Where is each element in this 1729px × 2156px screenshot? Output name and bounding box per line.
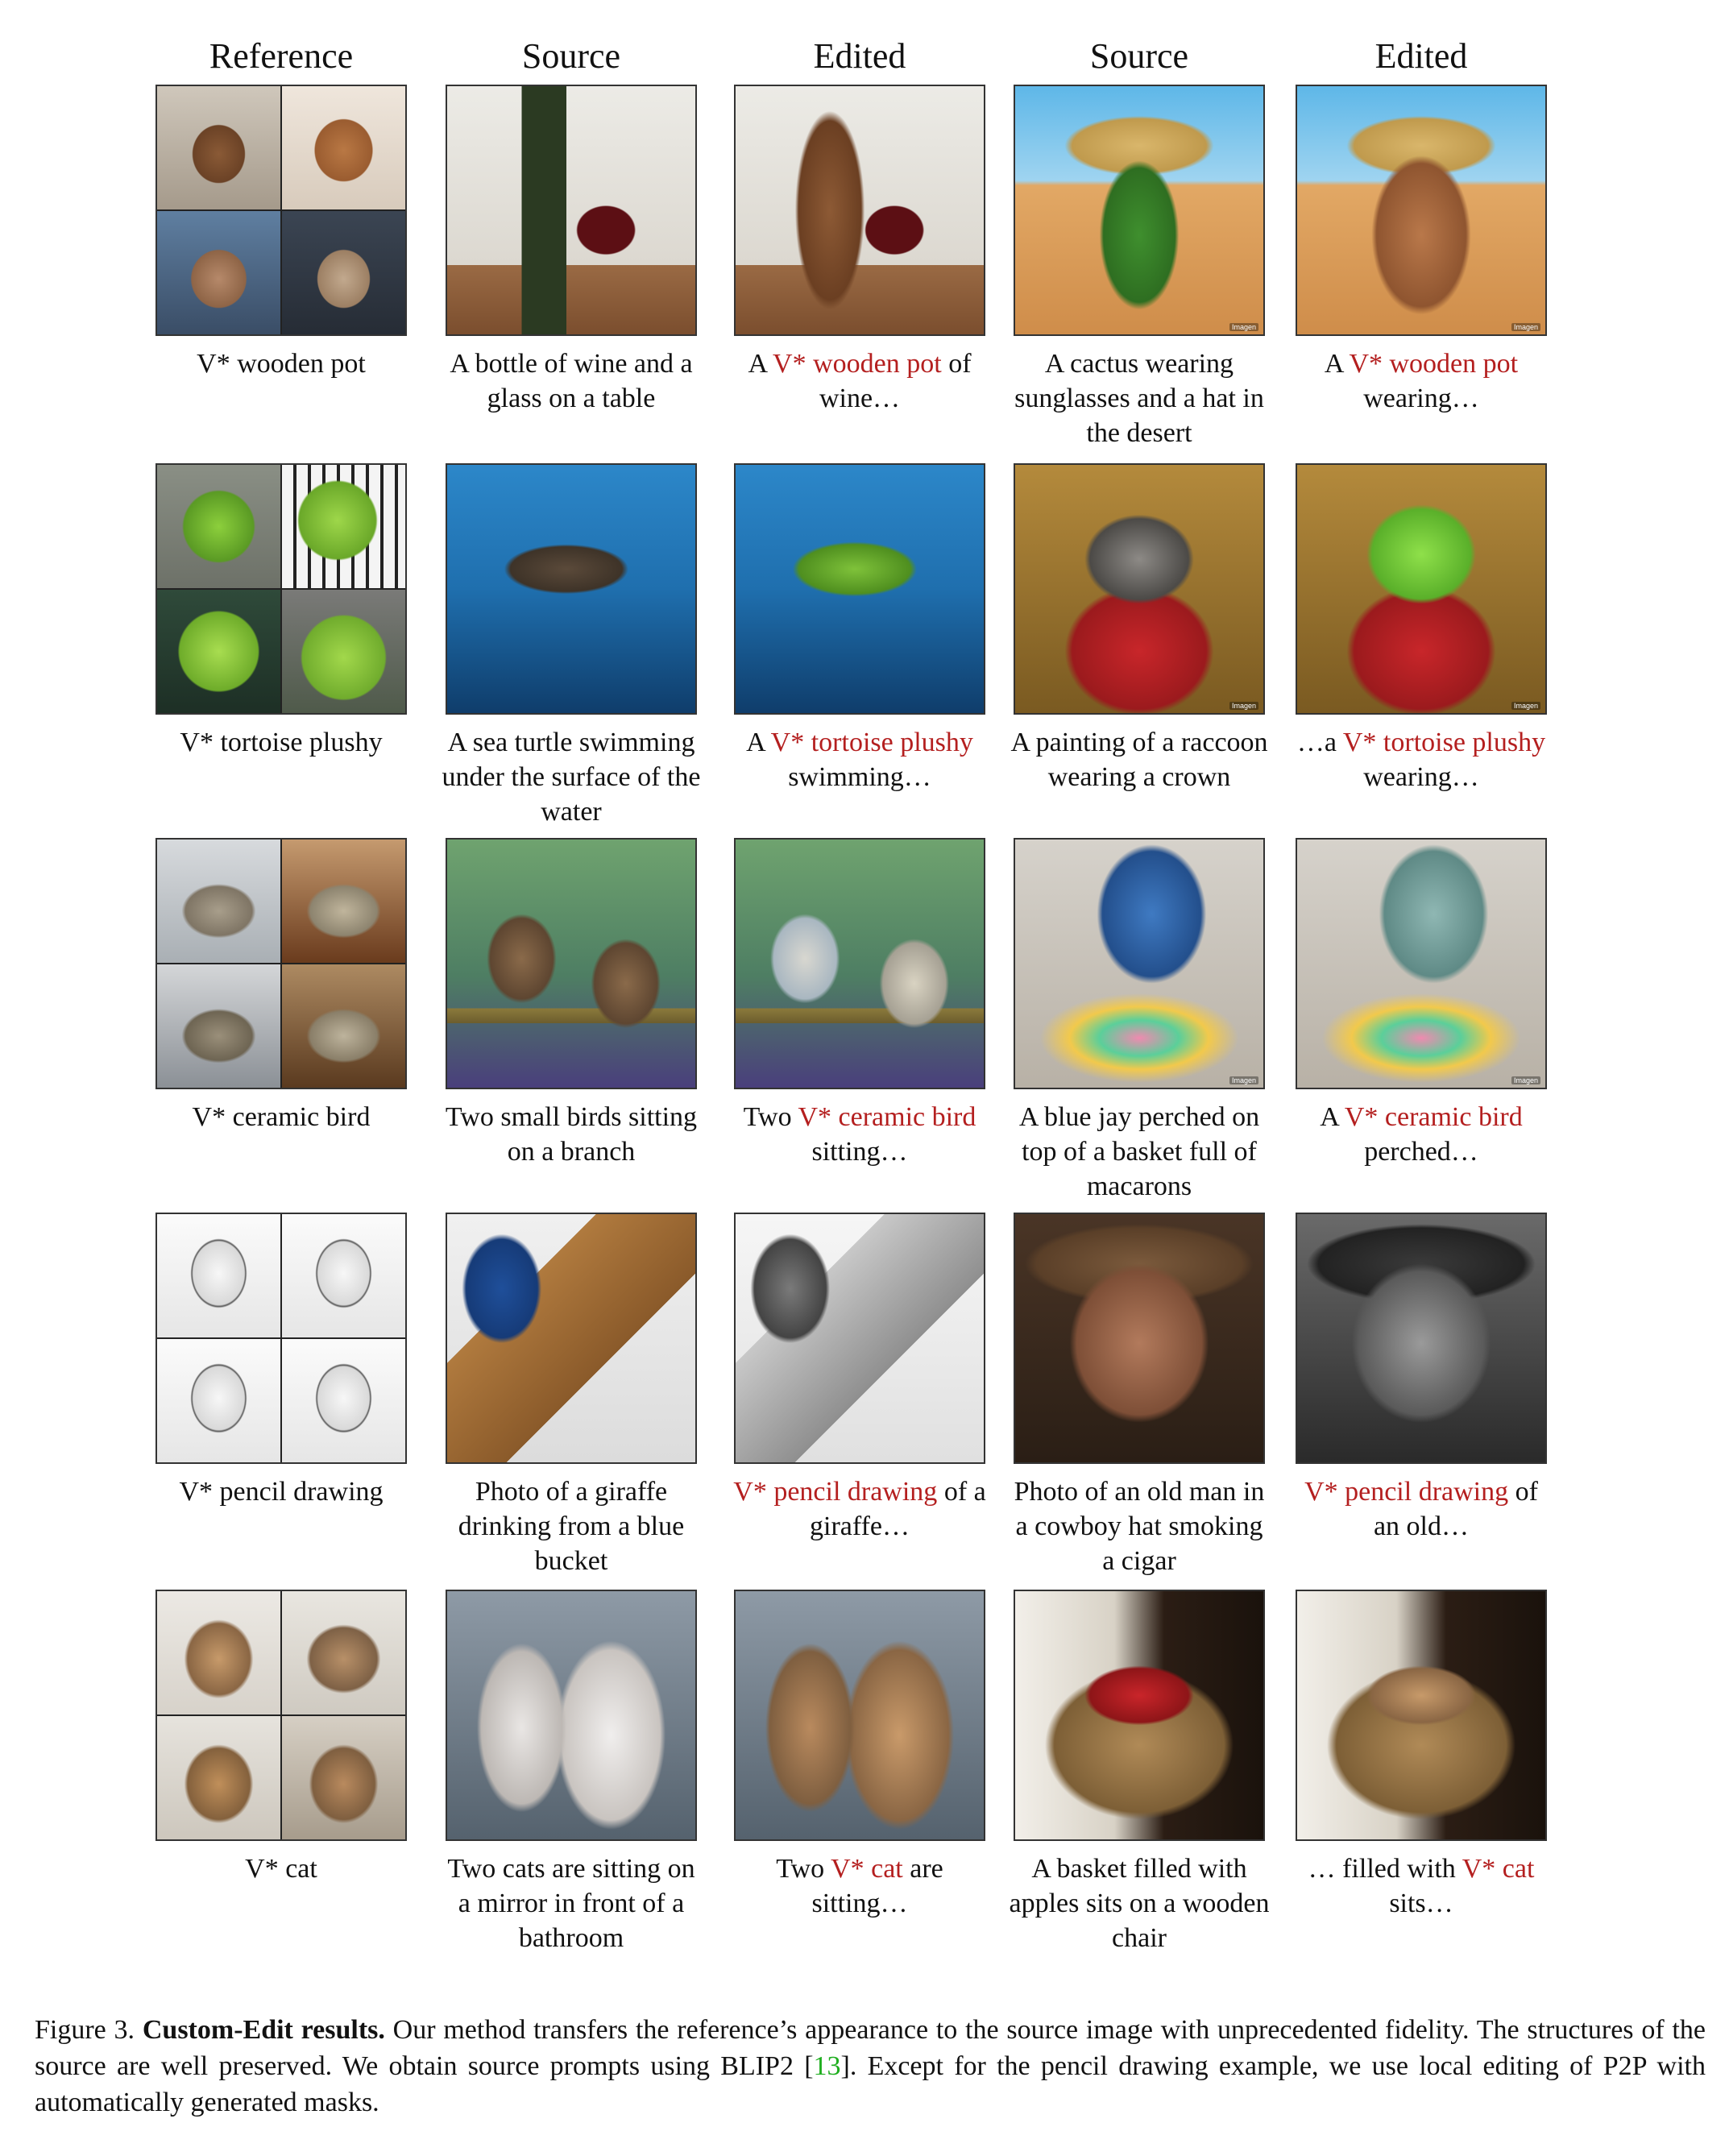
reference-caption: V* ceramic bird (192, 1102, 371, 1132)
figure-row-cat: V* cat Two cats are sitting on a mirror … (155, 1529, 1574, 1953)
figure-row-tortoise-plushy: V* tortoise plushy A sea turtle swimming… (155, 403, 1574, 827)
concept-token: V* cat (831, 1854, 903, 1884)
reference-caption: V* tortoise plushy (180, 728, 383, 757)
reference-photo (282, 1591, 405, 1714)
source-image (446, 1590, 697, 1841)
caption-text: A (1324, 349, 1350, 379)
reference-photo (157, 211, 280, 334)
figure-grid: Reference Source Edited Source Edited V*… (155, 24, 1574, 1966)
figure-title: Custom-Edit results. (142, 2015, 385, 2045)
imagen-watermark: Imagen (1511, 323, 1540, 331)
concept-token: V* wooden pot (1349, 349, 1519, 379)
concept-token: V* wooden pot (773, 349, 942, 379)
figure-row-wooden-pot: V* wooden pot A bottle of wine and a gla… (155, 24, 1574, 448)
edited-image (734, 463, 985, 715)
source-image (1014, 1213, 1265, 1464)
edited-image (734, 85, 985, 336)
reference-photo (282, 590, 405, 713)
concept-token: V* tortoise plushy (1342, 728, 1546, 757)
reference-image (155, 1213, 407, 1464)
reference-photo (157, 86, 280, 209)
concept-token: V* pencil drawing (1304, 1477, 1509, 1507)
source-image: Imagen (1014, 838, 1265, 1089)
imagen-watermark: Imagen (1229, 702, 1258, 710)
reference-image (155, 1590, 407, 1841)
reference-photo (282, 964, 405, 1088)
figure-row-ceramic-bird: V* ceramic bird Two small birds sitting … (155, 777, 1574, 1201)
reference-photo (282, 1716, 405, 1839)
caption-text: …a (1296, 728, 1343, 757)
imagen-watermark: Imagen (1229, 1076, 1258, 1084)
imagen-watermark: Imagen (1229, 323, 1258, 331)
reference-photo (157, 840, 280, 963)
source-image (446, 463, 697, 715)
reference-photo (282, 211, 405, 334)
concept-token: V* ceramic bird (1344, 1102, 1523, 1132)
edited-image (734, 1590, 985, 1841)
reference-caption: V* pencil drawing (179, 1477, 384, 1507)
source-caption: A basket filled with apples sits on a wo… (1009, 1854, 1270, 1953)
edited-caption: Two V* cat are sitting… (727, 1851, 993, 1921)
reference-photo (157, 1214, 280, 1337)
reference-photo (282, 1214, 405, 1337)
figure-row-pencil-drawing: V* pencil drawing Photo of a giraffe dri… (155, 1152, 1574, 1576)
reference-photo (157, 1591, 280, 1714)
concept-token: V* tortoise plushy (770, 728, 973, 757)
reference-image (155, 85, 407, 336)
reference-photo (157, 590, 280, 713)
reference-image (155, 463, 407, 715)
caption-text: Two (776, 1854, 831, 1884)
caption-text: … filled with (1308, 1854, 1462, 1884)
reference-photo (282, 86, 405, 209)
imagen-watermark: Imagen (1511, 1076, 1540, 1084)
reference-photo (282, 465, 405, 588)
reference-photo (282, 1339, 405, 1462)
source-caption: Two cats are sitting on a mirror in fron… (447, 1854, 695, 1953)
source-image (1014, 1590, 1265, 1841)
edited-image: Imagen (1296, 838, 1547, 1089)
edited-caption: … filled with V* cat sits… (1288, 1851, 1554, 1921)
caption-text: Two (743, 1102, 798, 1132)
source-image (446, 838, 697, 1089)
concept-token: V* pencil drawing (733, 1477, 938, 1507)
reference-image (155, 838, 407, 1089)
reference-caption: V* wooden pot (197, 349, 366, 379)
caption-text: A (1320, 1102, 1345, 1132)
edited-image: Imagen (1296, 463, 1547, 715)
source-image (446, 1213, 697, 1464)
edited-image (1296, 1213, 1547, 1464)
caption-text: A (746, 728, 771, 757)
caption-text: sits… (1389, 1889, 1453, 1918)
citation-link[interactable]: 13 (814, 2051, 841, 2081)
imagen-watermark: Imagen (1511, 702, 1540, 710)
caption-text: A (748, 349, 773, 379)
concept-token: V* ceramic bird (798, 1102, 976, 1132)
source-image (446, 85, 697, 336)
source-image: Imagen (1014, 463, 1265, 715)
concept-token: V* cat (1462, 1854, 1535, 1884)
reference-photo (157, 465, 280, 588)
reference-photo (282, 840, 405, 963)
edited-image: Imagen (1296, 85, 1547, 336)
figure-label: Figure 3. (35, 2015, 143, 2045)
edited-image (734, 1213, 985, 1464)
source-image: Imagen (1014, 85, 1265, 336)
edited-image (1296, 1590, 1547, 1841)
reference-photo (157, 964, 280, 1088)
figure-caption: Figure 3. Custom-Edit results. Our metho… (35, 2012, 1706, 2121)
reference-caption: V* cat (245, 1854, 317, 1884)
reference-photo (157, 1716, 280, 1839)
edited-image (734, 838, 985, 1089)
reference-photo (157, 1339, 280, 1462)
